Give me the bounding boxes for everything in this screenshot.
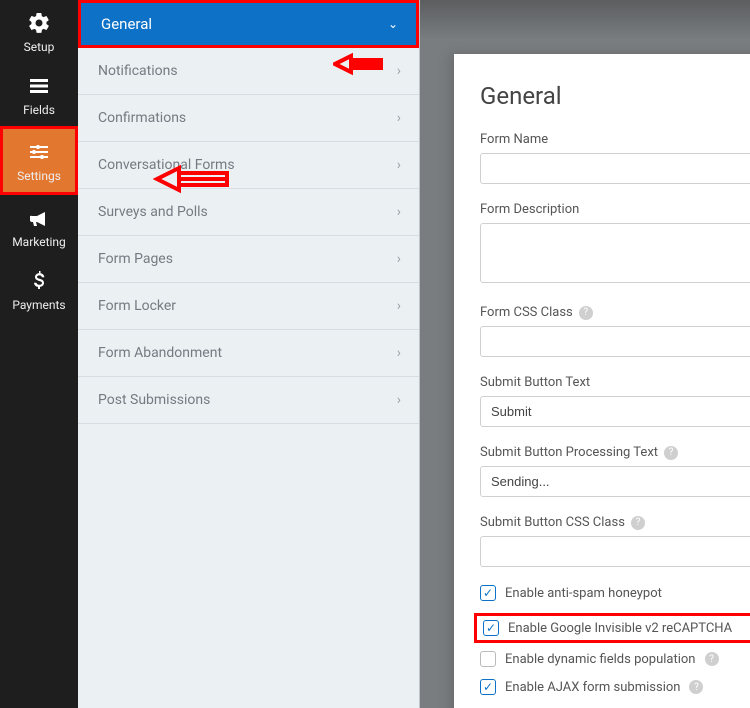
form-css-class-input[interactable]	[480, 326, 750, 357]
rail-label: Settings	[17, 169, 61, 183]
rail-fields[interactable]: Fields	[0, 63, 78, 126]
honeypot-checkbox-row[interactable]: Enable anti-spam honeypot	[480, 585, 750, 601]
label-text: Form CSS Class	[480, 305, 573, 320]
settings-item-surveys[interactable]: Surveys and Polls ›	[78, 189, 419, 236]
settings-item-form-locker[interactable]: Form Locker ›	[78, 283, 419, 330]
rail-label: Fields	[23, 103, 55, 117]
submit-css-class-label: Submit Button CSS Class ?	[480, 515, 750, 530]
submit-button-text-label: Submit Button Text	[480, 375, 750, 390]
form-name-label: Form Name	[480, 132, 750, 147]
help-icon[interactable]: ?	[631, 516, 645, 530]
general-settings-panel: General Form Name Form Description Form …	[454, 54, 750, 708]
settings-item-label: Conversational Forms	[98, 157, 235, 173]
submit-processing-text-input[interactable]	[480, 466, 750, 497]
dollar-icon	[26, 268, 52, 294]
form-description-label: Form Description	[480, 202, 750, 217]
rail-settings[interactable]: Settings	[0, 126, 78, 195]
dynamic-fields-checkbox-row[interactable]: Enable dynamic fields population ?	[480, 651, 750, 667]
settings-item-label: Form Abandonment	[98, 345, 222, 361]
bullhorn-icon	[26, 205, 52, 231]
chevron-right-icon: ›	[397, 298, 401, 314]
submit-processing-text-label: Submit Button Processing Text ?	[480, 445, 750, 460]
chevron-right-icon: ›	[397, 251, 401, 267]
checkbox-label: Enable Google Invisible v2 reCAPTCHA	[508, 621, 732, 636]
checkbox-icon[interactable]	[480, 585, 496, 601]
help-icon[interactable]: ?	[579, 306, 593, 320]
settings-item-form-pages[interactable]: Form Pages ›	[78, 236, 419, 283]
settings-item-label: Surveys and Polls	[98, 204, 208, 220]
settings-active-label: General	[101, 15, 152, 33]
chevron-right-icon: ›	[397, 110, 401, 126]
chevron-right-icon: ›	[397, 204, 401, 220]
form-css-class-label: Form CSS Class ?	[480, 305, 750, 320]
settings-item-label: Notifications	[98, 63, 178, 79]
rail-payments[interactable]: Payments	[0, 258, 78, 321]
sliders-icon	[26, 139, 52, 165]
chevron-down-icon: ⌄	[388, 17, 398, 31]
chevron-right-icon: ›	[397, 392, 401, 408]
admin-rail: Setup Fields Settings Marketing Payments	[0, 0, 78, 708]
settings-item-form-abandonment[interactable]: Form Abandonment ›	[78, 330, 419, 377]
chevron-right-icon: ›	[397, 157, 401, 173]
recaptcha-checkbox-row[interactable]: Enable Google Invisible v2 reCAPTCHA	[474, 613, 750, 643]
label-text: Submit Button CSS Class	[480, 515, 625, 530]
list-icon	[26, 73, 52, 99]
settings-item-post-submissions[interactable]: Post Submissions ›	[78, 377, 419, 424]
ajax-checkbox-row[interactable]: Enable AJAX form submission ?	[480, 679, 750, 695]
rail-label: Payments	[12, 298, 65, 312]
help-icon[interactable]: ?	[705, 652, 719, 666]
settings-item-label: Confirmations	[98, 110, 186, 126]
checkbox-icon[interactable]	[483, 620, 499, 636]
rail-label: Setup	[24, 40, 55, 54]
settings-item-notifications[interactable]: Notifications ›	[78, 48, 419, 95]
rail-marketing[interactable]: Marketing	[0, 195, 78, 258]
builder-canvas: General Form Name Form Description Form …	[420, 0, 750, 708]
settings-item-label: Post Submissions	[98, 392, 210, 408]
label-text: Submit Button Processing Text	[480, 445, 658, 460]
rail-setup[interactable]: Setup	[0, 0, 78, 63]
panel-heading: General	[480, 82, 750, 110]
chevron-right-icon: ›	[397, 63, 401, 79]
checkbox-label: Enable AJAX form submission	[505, 680, 680, 695]
checkbox-icon[interactable]	[480, 679, 496, 695]
settings-column: General ⌄ Notifications › Confirmations …	[78, 0, 420, 708]
chevron-right-icon: ›	[397, 345, 401, 361]
help-icon[interactable]: ?	[664, 446, 678, 460]
form-name-input[interactable]	[480, 153, 750, 184]
submit-button-text-input[interactable]	[480, 396, 750, 427]
settings-item-confirmations[interactable]: Confirmations ›	[78, 95, 419, 142]
settings-item-label: Form Pages	[98, 251, 173, 267]
checkbox-label: Enable anti-spam honeypot	[505, 586, 662, 601]
settings-item-label: Form Locker	[98, 298, 176, 314]
submit-css-class-input[interactable]	[480, 536, 750, 567]
checkbox-icon[interactable]	[480, 651, 496, 667]
gear-icon	[26, 10, 52, 36]
form-description-input[interactable]	[480, 223, 750, 283]
settings-item-conversational-forms[interactable]: Conversational Forms ›	[78, 142, 419, 189]
settings-item-general[interactable]: General ⌄	[78, 0, 419, 48]
checkbox-label: Enable dynamic fields population	[505, 652, 696, 667]
help-icon[interactable]: ?	[689, 680, 703, 694]
rail-label: Marketing	[12, 235, 66, 249]
